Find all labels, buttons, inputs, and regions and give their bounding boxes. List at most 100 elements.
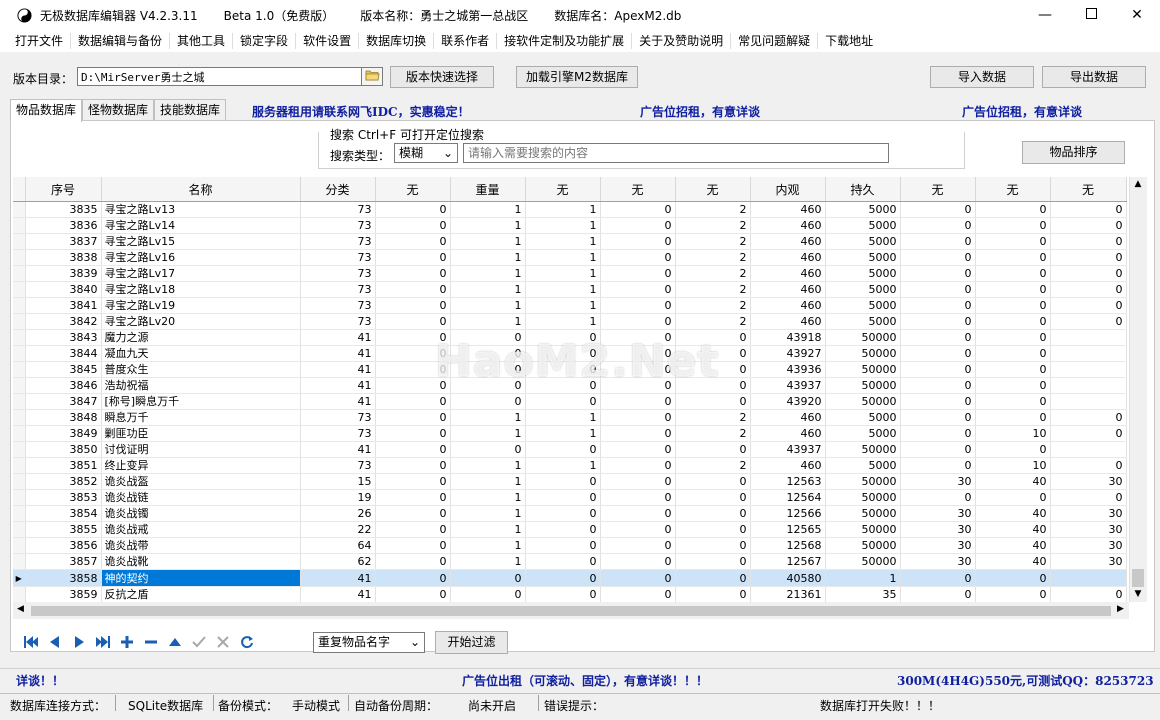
table-cell[interactable]: 43936 — [750, 361, 826, 378]
table-cell[interactable]: 0 — [375, 249, 451, 266]
table-cell[interactable]: 1 — [450, 425, 526, 442]
row-indicator[interactable] — [13, 425, 26, 442]
table-cell[interactable]: 5000 — [825, 313, 901, 330]
table-cell[interactable]: 0 — [525, 441, 601, 458]
table-cell[interactable]: 0 — [975, 409, 1051, 426]
scroll-down-icon[interactable]: ▼ — [1132, 589, 1144, 599]
table-cell[interactable]: 3841 — [25, 297, 102, 314]
table-cell[interactable]: 诡炎战靴 — [101, 553, 301, 570]
table-cell[interactable]: 0 — [375, 441, 451, 458]
row-indicator[interactable] — [13, 329, 26, 346]
table-cell[interactable]: 0 — [525, 473, 601, 490]
row-indicator[interactable] — [13, 249, 26, 266]
table-cell[interactable]: 30 — [900, 473, 976, 490]
table-cell[interactable]: 诡炎战盔 — [101, 473, 301, 490]
cancel-record-button[interactable] — [214, 634, 232, 652]
row-indicator[interactable] — [13, 297, 26, 314]
table-cell[interactable]: 3859 — [25, 586, 102, 602]
table-cell[interactable]: 0 — [675, 569, 751, 587]
column-header[interactable]: 分类 — [300, 177, 376, 202]
table-cell[interactable]: 30 — [900, 553, 976, 570]
table-cell[interactable]: 26 — [300, 505, 376, 522]
table-cell[interactable]: 0 — [600, 537, 676, 554]
table-cell[interactable]: 1 — [825, 569, 901, 587]
table-cell[interactable]: 0 — [675, 521, 751, 538]
table-cell[interactable]: 3844 — [25, 345, 102, 362]
table-cell[interactable]: 1 — [450, 313, 526, 330]
table-cell[interactable]: 0 — [1050, 489, 1127, 506]
table-cell[interactable]: 0 — [600, 473, 676, 490]
table-cell[interactable]: 0 — [600, 313, 676, 330]
table-cell[interactable]: 0 — [675, 537, 751, 554]
table-cell[interactable]: 0 — [600, 569, 676, 587]
table-cell[interactable]: 0 — [900, 265, 976, 282]
menu-switch-db[interactable]: 数据库切换 — [359, 33, 435, 49]
row-indicator[interactable] — [13, 393, 26, 410]
table-cell[interactable]: 0 — [525, 553, 601, 570]
row-indicator[interactable] — [13, 505, 26, 522]
row-indicator[interactable] — [13, 409, 26, 426]
table-cell[interactable]: 0 — [900, 313, 976, 330]
table-cell[interactable]: 魔力之源 — [101, 329, 301, 346]
table-row[interactable]: ▶ 3858 神的契约 41 0 0 0 0 0 40580 1 0 0 — [13, 569, 1127, 587]
table-cell[interactable]: 0 — [450, 569, 526, 587]
table-cell[interactable]: 浩劫祝福 — [101, 377, 301, 394]
table-cell[interactable]: 0 — [975, 489, 1051, 506]
table-cell[interactable]: 10 — [975, 425, 1051, 442]
table-cell[interactable] — [1050, 377, 1127, 394]
table-cell[interactable]: 460 — [750, 281, 826, 298]
table-cell[interactable]: 0 — [600, 521, 676, 538]
refresh-record-button[interactable] — [238, 634, 256, 652]
table-cell[interactable]: 460 — [750, 217, 826, 234]
table-cell[interactable]: 73 — [300, 217, 376, 234]
table-cell[interactable]: 3845 — [25, 361, 102, 378]
table-cell[interactable]: 12563 — [750, 473, 826, 490]
table-cell[interactable]: 0 — [375, 537, 451, 554]
table-row[interactable]: 3840 寻宝之路Lv18 73 0 1 1 0 2 460 5000 0 0 0 — [13, 281, 1127, 298]
table-cell[interactable] — [1050, 361, 1127, 378]
table-cell[interactable]: 0 — [375, 217, 451, 234]
table-row[interactable]: 3853 诡炎战链 19 0 1 0 0 0 12564 50000 0 0 0 — [13, 489, 1127, 506]
table-cell[interactable]: 73 — [300, 249, 376, 266]
table-cell[interactable]: 0 — [975, 441, 1051, 458]
table-cell[interactable]: 0 — [975, 297, 1051, 314]
row-indicator[interactable]: ▶ — [13, 569, 26, 587]
table-cell[interactable]: 1 — [525, 201, 601, 218]
vertical-scrollbar[interactable]: ▲ ▼ — [1129, 177, 1147, 602]
table-cell[interactable]: 0 — [450, 441, 526, 458]
table-cell[interactable]: 460 — [750, 249, 826, 266]
table-cell[interactable]: 50000 — [825, 537, 901, 554]
table-cell[interactable]: 0 — [375, 553, 451, 570]
delete-record-button[interactable] — [142, 634, 160, 652]
table-cell[interactable]: 1 — [450, 505, 526, 522]
browse-folder-button[interactable] — [361, 67, 383, 86]
table-cell[interactable]: 0 — [900, 217, 976, 234]
table-cell[interactable]: 神的契约 — [101, 569, 301, 587]
next-record-button[interactable] — [70, 634, 88, 652]
table-cell[interactable]: 3838 — [25, 249, 102, 266]
table-cell[interactable]: 21361 — [750, 586, 826, 602]
table-row[interactable]: 3854 诡炎战镯 26 0 1 0 0 0 12566 50000 30 40 30 — [13, 505, 1127, 522]
row-indicator[interactable] — [13, 441, 26, 458]
table-cell[interactable]: 1 — [525, 265, 601, 282]
table-cell[interactable]: 凝血九天 — [101, 345, 301, 362]
table-cell[interactable]: 0 — [525, 586, 601, 602]
row-indicator[interactable] — [13, 553, 26, 570]
table-cell[interactable]: 1 — [525, 249, 601, 266]
table-cell[interactable]: 43920 — [750, 393, 826, 410]
table-cell[interactable]: 0 — [600, 425, 676, 442]
table-cell[interactable]: 寻宝之路Lv16 — [101, 249, 301, 266]
table-cell[interactable]: 40580 — [750, 569, 826, 587]
table-cell[interactable]: 30 — [1050, 505, 1127, 522]
table-cell[interactable]: 50000 — [825, 505, 901, 522]
table-cell[interactable]: 5000 — [825, 201, 901, 218]
table-cell[interactable]: 0 — [375, 265, 451, 282]
table-cell[interactable]: 0 — [600, 393, 676, 410]
table-cell[interactable]: 3850 — [25, 441, 102, 458]
table-cell[interactable]: 3854 — [25, 505, 102, 522]
tab-skill-db[interactable]: 技能数据库 — [154, 99, 227, 120]
table-cell[interactable]: 50000 — [825, 345, 901, 362]
table-cell[interactable]: 2 — [675, 297, 751, 314]
table-cell[interactable]: 50000 — [825, 553, 901, 570]
table-cell[interactable]: 寻宝之路Lv14 — [101, 217, 301, 234]
